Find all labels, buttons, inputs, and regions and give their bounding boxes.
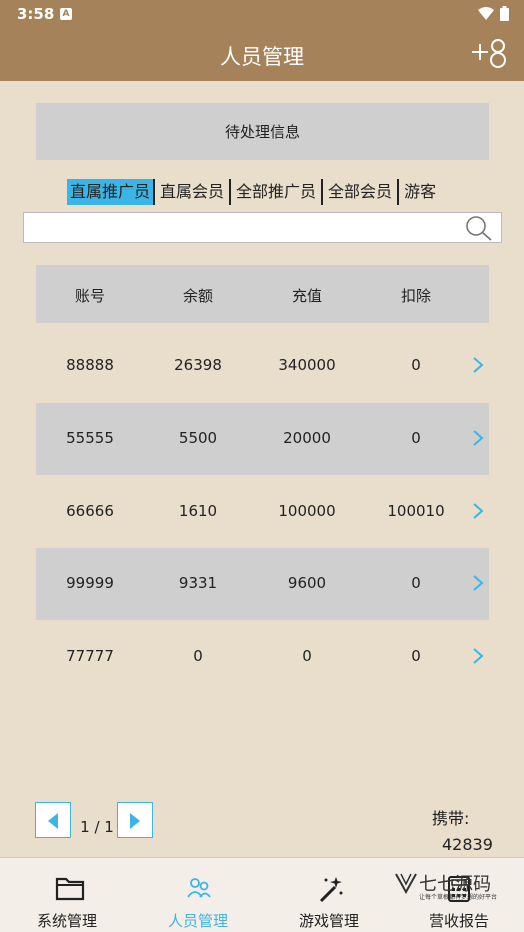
cell-recharge: 20000 — [283, 429, 331, 447]
chevron-right-icon[interactable] — [472, 574, 484, 592]
cell-account: 99999 — [66, 574, 114, 592]
page-indicator: 1 / 1 — [80, 818, 114, 836]
next-page-button[interactable] — [117, 802, 153, 838]
nav-label: 营收报告 — [428, 912, 489, 930]
carry-label: 携带: — [432, 809, 470, 828]
cell-recharge: 9600 — [287, 574, 327, 592]
watermark: 七七源码 让每个草根都有梦想的好平台 — [395, 870, 515, 901]
tab-guests[interactable]: 游客 — [399, 179, 441, 205]
search-input[interactable] — [30, 213, 464, 243]
watermark-logo-icon — [395, 873, 417, 894]
page-title: 人员管理 — [220, 45, 304, 69]
pending-info-button[interactable]: 待处理信息 — [36, 103, 489, 160]
watermark-subtext: 让每个草根都有梦想的好平台 — [419, 894, 498, 901]
tab-all-members[interactable]: 全部会员 — [323, 179, 397, 205]
cell-account: 55555 — [66, 429, 114, 447]
arrow-left-icon — [48, 813, 58, 829]
tab-all-promoters[interactable]: 全部推广员 — [231, 179, 321, 205]
nav-label: 系统管理 — [36, 912, 97, 930]
search-icon[interactable] — [465, 215, 493, 241]
prev-page-button[interactable] — [35, 802, 71, 838]
chevron-right-icon[interactable] — [472, 647, 484, 665]
table-row[interactable]: 77777 0 0 0 — [36, 621, 489, 693]
add-user-icon[interactable] — [470, 36, 510, 70]
cell-deduct: 0 — [411, 647, 421, 665]
folder-icon — [55, 877, 85, 901]
chevron-right-icon[interactable] — [472, 429, 484, 447]
cell-account: 77777 — [66, 647, 114, 665]
column-header-account: 账号 — [74, 287, 105, 305]
carry-summary: 携带: 42839 — [432, 806, 493, 858]
top-bar: 3:58 A 人员管理 — [0, 0, 524, 81]
status-bar: 3:58 A — [0, 0, 524, 28]
chevron-right-icon[interactable] — [472, 356, 484, 374]
wifi-icon — [478, 7, 494, 20]
cell-account: 66666 — [66, 502, 114, 520]
cell-balance: 26398 — [174, 356, 222, 374]
cell-balance: 0 — [193, 647, 203, 665]
battery-icon — [500, 6, 509, 21]
table-row[interactable]: 66666 1610 100000 100010 — [36, 476, 489, 548]
table-header: 账号 余额 充值 扣除 — [36, 265, 489, 323]
cell-balance: 9331 — [178, 574, 218, 592]
nav-system-management[interactable]: 系统管理 — [7, 858, 127, 932]
cell-deduct: 0 — [411, 574, 421, 592]
table-row[interactable]: 55555 5500 20000 0 — [36, 403, 489, 475]
nav-label: 人员管理 — [167, 912, 228, 930]
people-icon — [187, 878, 211, 898]
status-time: 3:58 — [17, 5, 55, 23]
table-row[interactable]: 99999 9331 9600 0 — [36, 548, 489, 620]
tab-direct-members[interactable]: 直属会员 — [155, 179, 229, 205]
member-tabs: 直属推广员 直属会员 全部推广员 全部会员 游客 — [67, 178, 441, 206]
nav-personnel-management[interactable]: 人员管理 — [138, 858, 258, 932]
notification-icon: A — [60, 8, 72, 20]
chevron-right-icon[interactable] — [472, 502, 484, 520]
cell-deduct: 100010 — [387, 502, 445, 520]
cell-deduct: 0 — [411, 429, 421, 447]
table-row[interactable]: 88888 26398 340000 0 — [36, 330, 489, 402]
nav-label: 游戏管理 — [298, 912, 359, 930]
magic-wand-icon — [319, 877, 343, 903]
search-box — [23, 212, 502, 243]
cell-balance: 5500 — [178, 429, 218, 447]
cell-deduct: 0 — [411, 356, 421, 374]
column-header-balance: 余额 — [182, 287, 213, 305]
cell-balance: 1610 — [178, 502, 218, 520]
arrow-right-icon — [130, 813, 140, 829]
column-header-deduct: 扣除 — [400, 287, 431, 305]
cell-recharge: 100000 — [278, 502, 336, 520]
column-header-recharge: 充值 — [291, 287, 322, 305]
cell-recharge: 340000 — [278, 356, 336, 374]
cell-account: 88888 — [66, 356, 114, 374]
carry-value: 42839 — [442, 835, 493, 854]
cell-recharge: 0 — [302, 647, 312, 665]
pending-info-label: 待处理信息 — [224, 123, 300, 141]
tab-direct-promoters[interactable]: 直属推广员 — [67, 179, 154, 205]
nav-game-management[interactable]: 游戏管理 — [269, 858, 389, 932]
